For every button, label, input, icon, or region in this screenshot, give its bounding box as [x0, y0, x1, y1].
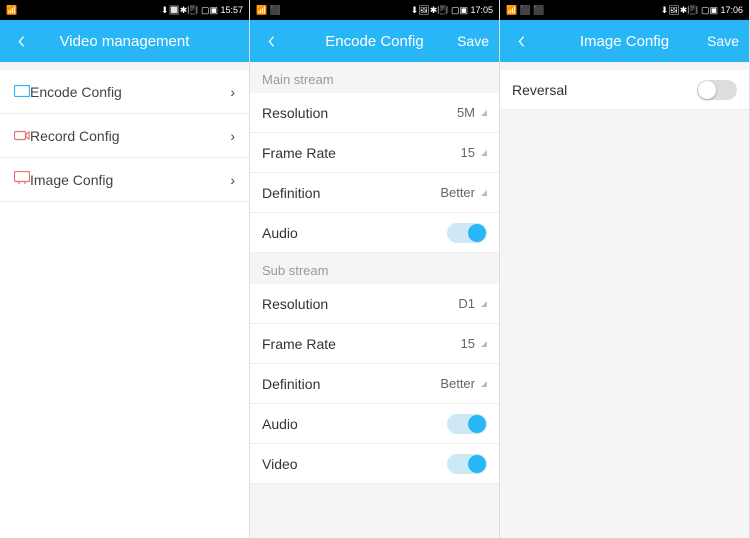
screen-image-config: 📶 ⬛ ⬛ ⬇🖼✱📳 ▢▣ 17:06 Image Config Save Re… — [500, 0, 750, 538]
dropdown-icon — [481, 341, 487, 347]
row-main-definition[interactable]: DefinitionBetter — [250, 173, 499, 213]
group-header-sub-stream: Sub stream — [250, 253, 499, 284]
row-value: Better — [440, 185, 475, 200]
reversal-toggle[interactable] — [697, 80, 737, 100]
menu-item-label: Image Config — [30, 172, 230, 188]
row-value: 5M — [457, 105, 475, 120]
statusbar-right: ⬇🖼✱📳 ▢▣ 17:05 — [411, 5, 493, 16]
body: Encode Config › Record Config › Image Co… — [0, 62, 249, 538]
separator — [500, 62, 749, 70]
menu-item-label: Encode Config — [30, 84, 230, 100]
row-sub-video: Video — [250, 444, 499, 484]
row-label: Definition — [262, 376, 440, 392]
header: Image Config Save — [500, 20, 749, 62]
row-main-framerate[interactable]: Frame Rate15 — [250, 133, 499, 173]
separator — [0, 62, 249, 70]
statusbar-left: 📶 ⬛ ⬛ — [506, 5, 545, 16]
row-main-audio: Audio — [250, 213, 499, 253]
row-value: Better — [440, 376, 475, 391]
toggle-knob — [468, 224, 486, 242]
toggle-knob — [468, 415, 486, 433]
statusbar-left: 📶 ⬛ — [256, 5, 281, 16]
menu-item-label: Record Config — [30, 128, 230, 144]
save-button[interactable]: Save — [457, 33, 489, 49]
audio-toggle[interactable] — [447, 223, 487, 243]
statusbar-left: 📶 — [6, 5, 17, 16]
statusbar-right: ⬇🖼✱📳 ▢▣ 17:06 — [661, 5, 743, 16]
encode-icon — [14, 84, 30, 100]
dropdown-icon — [481, 190, 487, 196]
back-button[interactable] — [500, 20, 542, 62]
row-sub-definition[interactable]: DefinitionBetter — [250, 364, 499, 404]
screen-encode-config: 📶 ⬛ ⬇🖼✱📳 ▢▣ 17:05 Encode Config Save Mai… — [250, 0, 500, 538]
back-button[interactable] — [0, 20, 42, 62]
audio-toggle[interactable] — [447, 414, 487, 434]
chevron-right-icon: › — [230, 172, 235, 188]
row-label: Reversal — [512, 82, 697, 98]
header: Encode Config Save — [250, 20, 499, 62]
screen-video-management: 📶 ⬇🔲✱📳 ▢▣ 15:57 Video management Encode … — [0, 0, 250, 538]
dropdown-icon — [481, 301, 487, 307]
chevron-right-icon: › — [230, 84, 235, 100]
row-label: Audio — [262, 416, 447, 432]
back-button[interactable] — [250, 20, 292, 62]
row-main-resolution[interactable]: Resolution5M — [250, 93, 499, 133]
statusbar: 📶 ⬛ ⬇🖼✱📳 ▢▣ 17:05 — [250, 0, 499, 20]
row-sub-framerate[interactable]: Frame Rate15 — [250, 324, 499, 364]
chevron-right-icon: › — [230, 128, 235, 144]
toggle-knob — [698, 81, 716, 99]
dropdown-icon — [481, 381, 487, 387]
dropdown-icon — [481, 110, 487, 116]
row-reversal: Reversal — [500, 70, 749, 110]
row-label: Video — [262, 456, 447, 472]
save-button[interactable]: Save — [707, 33, 739, 49]
statusbar-right: ⬇🔲✱📳 ▢▣ 15:57 — [161, 5, 243, 16]
dropdown-icon — [481, 150, 487, 156]
group-header-main-stream: Main stream — [250, 62, 499, 93]
statusbar: 📶 ⬇🔲✱📳 ▢▣ 15:57 — [0, 0, 249, 20]
toggle-knob — [468, 455, 486, 473]
statusbar: 📶 ⬛ ⬛ ⬇🖼✱📳 ▢▣ 17:06 — [500, 0, 749, 20]
image-icon — [14, 171, 30, 188]
body: Reversal — [500, 62, 749, 538]
row-label: Frame Rate — [262, 145, 461, 161]
row-label: Audio — [262, 225, 447, 241]
row-label: Resolution — [262, 105, 457, 121]
row-value: 15 — [461, 145, 475, 160]
row-label: Resolution — [262, 296, 458, 312]
row-sub-audio: Audio — [250, 404, 499, 444]
menu-item-record-config[interactable]: Record Config › — [0, 114, 249, 158]
row-label: Frame Rate — [262, 336, 461, 352]
video-toggle[interactable] — [447, 454, 487, 474]
menu-item-image-config[interactable]: Image Config › — [0, 158, 249, 202]
row-sub-resolution[interactable]: ResolutionD1 — [250, 284, 499, 324]
record-icon — [14, 128, 30, 144]
header: Video management — [0, 20, 249, 62]
row-label: Definition — [262, 185, 440, 201]
body: Main stream Resolution5M Frame Rate15 De… — [250, 62, 499, 538]
menu-item-encode-config[interactable]: Encode Config › — [0, 70, 249, 114]
row-value: D1 — [458, 296, 475, 311]
row-value: 15 — [461, 336, 475, 351]
